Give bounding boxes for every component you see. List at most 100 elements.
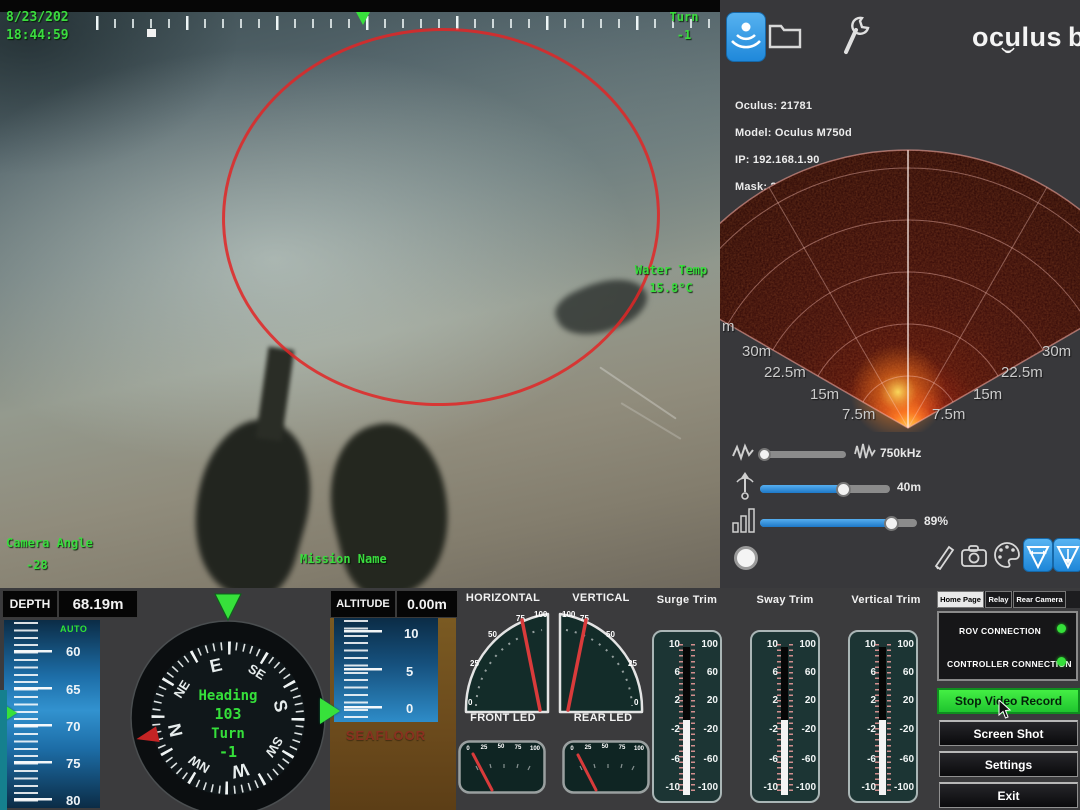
- horizontal-gauge-label: HORIZONTAL: [465, 592, 541, 604]
- range-label-right-15m: 15m: [973, 386, 1003, 403]
- fan-tilt-button[interactable]: [1053, 538, 1080, 572]
- hgauge-0: 0: [468, 698, 473, 707]
- surge-ln2: -2: [671, 724, 680, 735]
- sonar-panel: oculusbp Oculus: 21781 Model: Oculus M75…: [720, 0, 1080, 588]
- vert-ln2: -2: [867, 724, 876, 735]
- altitude-value-box: 0.00m: [396, 590, 458, 618]
- range-label-left-cut: m: [722, 318, 735, 335]
- sonar-device-button[interactable]: [726, 12, 766, 62]
- vertical-trim-gauge: 10 6 2 -2 -6 -10 100 60 20 -20 -60 -100: [848, 630, 918, 803]
- fled-50: 50: [498, 744, 505, 750]
- sway-ln10: -10: [763, 782, 778, 793]
- altitude-label: ALTITUDE: [336, 598, 390, 610]
- instrument-panel: DEPTH 68.19m AUTO 60 65 70 75 80 N NE E: [0, 588, 1080, 810]
- altitude-scale-0: 0: [406, 701, 414, 716]
- debris-streak: [620, 402, 682, 440]
- surge-trim-bar-top: [683, 647, 690, 720]
- surge-r20: 20: [706, 695, 718, 706]
- rov-connection-label: ROV CONNECTION: [959, 626, 1042, 636]
- screen-shot-label: Screen Shot: [973, 726, 1044, 741]
- frequency-slider-track[interactable]: [760, 451, 846, 458]
- compass-heading-value: 103: [214, 705, 241, 723]
- tab-relay[interactable]: Relay: [985, 591, 1012, 608]
- sway-ln6: -6: [769, 754, 778, 765]
- mouse-cursor: [998, 700, 1012, 719]
- sway-rn60: -60: [801, 754, 816, 765]
- gain-value: 89%: [924, 514, 949, 528]
- sway-l2: 2: [772, 695, 778, 706]
- surge-rn20: -20: [703, 724, 718, 735]
- settings-label: Settings: [984, 757, 1033, 772]
- range-slider-thumb[interactable]: [836, 482, 851, 497]
- tab-rear-camera[interactable]: Rear Camera: [1013, 591, 1066, 608]
- record-sonar-button[interactable]: [734, 546, 758, 570]
- sonar-device-icon: [731, 22, 761, 49]
- sway-rn20: -20: [801, 724, 816, 735]
- fan-vertical-icon: [1056, 546, 1080, 570]
- palette-icon: [994, 542, 1020, 568]
- surge-l10: 10: [668, 639, 680, 650]
- surge-l2: 2: [674, 695, 680, 706]
- frequency-slider-thumb[interactable]: [758, 448, 771, 461]
- depth-label-box: DEPTH: [2, 590, 58, 618]
- vgauge-100: 100: [562, 610, 576, 619]
- surge-r60: 60: [706, 667, 718, 678]
- sway-l10: 10: [766, 639, 778, 650]
- depth-value: 68.19m: [72, 595, 124, 613]
- surge-ln10: -10: [665, 782, 680, 793]
- hud-turn-label: Turn: [669, 10, 699, 24]
- tab-home-page[interactable]: Home Page: [937, 591, 984, 608]
- hud-turn-value: -1: [676, 28, 692, 42]
- hud-date: 8/23/202: [6, 10, 69, 25]
- hud-time: 18:44:59: [6, 28, 69, 43]
- camera-icon: [961, 545, 987, 567]
- sway-trim-bar-bottom: [781, 720, 788, 795]
- exit-label: Exit: [997, 788, 1020, 803]
- surge-rn60: -60: [703, 754, 718, 765]
- hgauge-25: 25: [470, 659, 479, 668]
- range-value: 40m: [897, 480, 922, 494]
- compass-turn-value: -1: [219, 743, 237, 761]
- controller-connection-status-dot: [1057, 657, 1066, 666]
- vertical-trim-bar-top: [879, 647, 886, 720]
- front-led-label: FRONT LED: [470, 712, 536, 724]
- depth-edge-strip: [0, 690, 7, 810]
- camera-video-feed: 8/23/202 18:44:59 Turn -1 Water Temp 15.…: [0, 0, 720, 588]
- seafloor-label: SEAFLOOR: [345, 728, 427, 743]
- rled-75: 75: [619, 745, 626, 751]
- open-file-button[interactable]: [768, 20, 802, 50]
- heading-tape-marker: [147, 29, 156, 37]
- exit-button[interactable]: Exit: [939, 782, 1078, 808]
- depth-scale-75: 75: [66, 756, 81, 771]
- fan-aperture-button[interactable]: [1023, 538, 1053, 572]
- screen-shot-button[interactable]: Screen Shot: [939, 720, 1078, 746]
- folder-icon: [768, 24, 802, 49]
- gain-icon: [732, 508, 755, 533]
- vgauge-25: 25: [628, 659, 637, 668]
- vert-l10: 10: [864, 639, 876, 650]
- range-label-right-7m: 7.5m: [932, 406, 966, 423]
- vertical-gauge-label: VERTICAL: [572, 592, 630, 604]
- range-icon: [736, 472, 754, 500]
- sway-trim-label: Sway Trim: [756, 594, 814, 606]
- depth-scale-70: 70: [66, 719, 81, 734]
- range-label-left-22m: 22.5m: [764, 364, 806, 381]
- depth-value-box: 68.19m: [58, 590, 138, 618]
- hud-camera-angle-label: Camera Angle: [6, 536, 93, 550]
- gain-slider-thumb[interactable]: [884, 516, 899, 531]
- palette-button[interactable]: [992, 540, 1022, 570]
- depth-auto-indicator: AUTO: [60, 624, 88, 634]
- vert-ln10: -10: [861, 782, 876, 793]
- measure-button[interactable]: [932, 542, 956, 571]
- rear-led-gauge: 0 25 50 75 100: [562, 740, 650, 794]
- rled-50: 50: [602, 744, 609, 750]
- range-label-left-30m: 30m: [742, 343, 772, 360]
- hud-water-temp-label: Water Temp: [634, 263, 708, 277]
- depth-label: DEPTH: [9, 597, 51, 611]
- settings-button[interactable]: Settings: [939, 751, 1078, 777]
- frequency-high-icon: [854, 443, 876, 459]
- fan-horizontal-icon: [1026, 546, 1050, 570]
- hud-water-temp-value: 15.8°C: [649, 281, 693, 295]
- settings-tools-button[interactable]: [840, 14, 874, 58]
- snapshot-button[interactable]: [960, 544, 988, 568]
